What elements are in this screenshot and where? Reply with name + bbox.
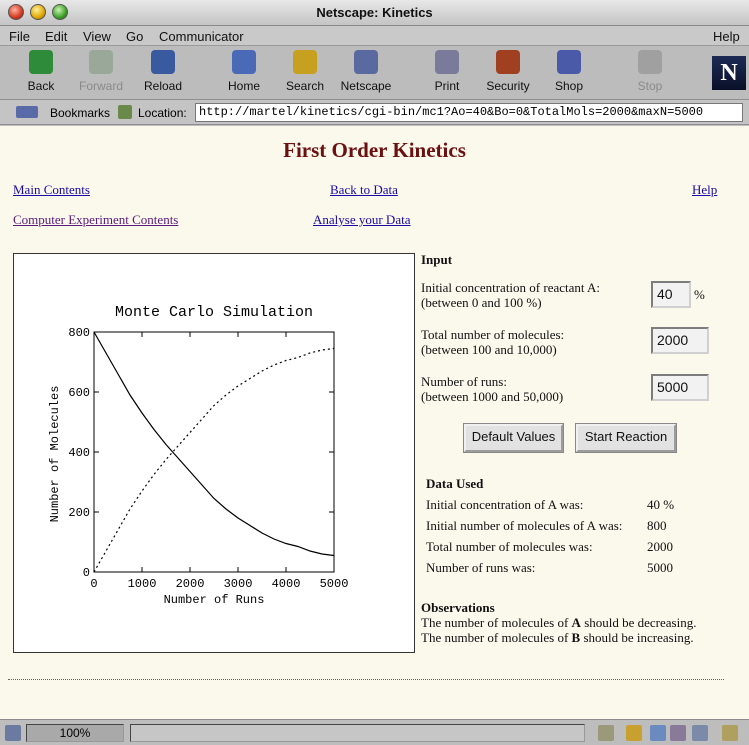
- menu-bar: File Edit View Go Communicator Help: [0, 26, 749, 46]
- status-message: [130, 724, 585, 742]
- security-lock-icon[interactable]: [5, 725, 21, 741]
- home-button[interactable]: Home: [209, 50, 279, 93]
- navigation-toolbar: Back Forward Reload Home Search Netscape…: [0, 46, 749, 100]
- mail-icon[interactable]: [650, 725, 666, 741]
- start-reaction-button[interactable]: Start Reaction: [575, 423, 677, 453]
- total-molecules-input[interactable]: 2000: [651, 327, 709, 354]
- location-bar: Bookmarks Location: http://martel/kineti…: [0, 100, 749, 125]
- total-label: Total number of molecules:: [421, 327, 565, 342]
- data-used-value: 2000: [647, 539, 673, 554]
- data-used-label: Initial number of molecules of A was:: [426, 518, 623, 533]
- data-used-label: Total number of molecules was:: [426, 539, 593, 554]
- page-content: First Order Kinetics Main Contents Back …: [0, 126, 749, 719]
- y-tick-label: 400: [68, 446, 90, 460]
- location-label: Location:: [138, 106, 187, 120]
- observation-b: The number of molecules of B should be i…: [421, 630, 694, 645]
- conc-label: Initial concentration of reactant A:: [421, 280, 601, 295]
- page-title: First Order Kinetics: [283, 138, 466, 162]
- lock-icon: [496, 50, 520, 74]
- search-icon: [293, 50, 317, 74]
- data-used-heading: Data Used: [426, 476, 484, 491]
- x-tick-label: 1000: [128, 577, 157, 591]
- x-axis-label: Number of Runs: [164, 593, 265, 607]
- data-used-value: 5000: [647, 560, 673, 575]
- help-link[interactable]: Help: [692, 182, 717, 198]
- x-tick-label: 5000: [320, 577, 349, 591]
- search-button[interactable]: Search: [270, 50, 340, 93]
- input-heading: Input: [421, 252, 453, 267]
- x-tick-label: 4000: [272, 577, 301, 591]
- window-title: Netscape: Kinetics: [316, 5, 433, 20]
- status-bar: 100%: [0, 719, 749, 745]
- security-button[interactable]: Security: [473, 50, 543, 93]
- back-to-data-link[interactable]: Back to Data: [330, 182, 398, 198]
- observations-heading: Observations: [421, 600, 495, 615]
- x-tick-label: 3000: [224, 577, 253, 591]
- y-tick-label: 800: [68, 326, 90, 340]
- discussion-icon[interactable]: [670, 725, 686, 741]
- data-used-value: 800: [647, 518, 667, 533]
- y-tick-label: 600: [68, 386, 90, 400]
- main-contents-link[interactable]: Main Contents: [13, 182, 90, 198]
- home-icon: [232, 50, 256, 74]
- navigator-icon[interactable]: [626, 725, 642, 741]
- edit-icon[interactable]: [722, 725, 738, 741]
- conc-range-label: (between 0 and 100 %): [421, 295, 542, 310]
- number-of-runs-input[interactable]: 5000: [651, 374, 709, 401]
- data-used-value: 40 %: [647, 497, 675, 512]
- netscape-logo[interactable]: N: [712, 56, 746, 90]
- print-icon: [435, 50, 459, 74]
- forward-arrow-icon: [89, 50, 113, 74]
- menu-file[interactable]: File: [9, 29, 30, 44]
- initial-concentration-input[interactable]: 40: [651, 281, 691, 308]
- x-tick-label: 0: [90, 577, 97, 591]
- y-tick-label: 200: [68, 506, 90, 520]
- analyse-data-link[interactable]: Analyse your Data: [313, 212, 410, 228]
- netscape-icon: [354, 50, 378, 74]
- stop-icon: [638, 50, 662, 74]
- url-input[interactable]: http://martel/kinetics/cgi-bin/mc1?Ao=40…: [195, 103, 743, 122]
- computer-experiment-contents-link[interactable]: Computer Experiment Contents: [13, 212, 178, 228]
- x-tick-label: 2000: [176, 577, 205, 591]
- plot-axes-box: [93, 331, 335, 573]
- forward-button[interactable]: Forward: [66, 50, 136, 93]
- back-arrow-icon: [29, 50, 53, 74]
- menu-communicator[interactable]: Communicator: [159, 29, 244, 44]
- chart-title: Monte Carlo Simulation: [115, 304, 313, 321]
- y-axis-label: Number of Molecules: [48, 386, 62, 523]
- menu-view[interactable]: View: [83, 29, 111, 44]
- shop-button[interactable]: Shop: [534, 50, 604, 93]
- stop-button[interactable]: Stop: [615, 50, 685, 93]
- menu-help[interactable]: Help: [713, 29, 740, 44]
- data-used-label: Number of runs was:: [426, 560, 536, 575]
- print-button[interactable]: Print: [412, 50, 482, 93]
- conc-unit: %: [694, 287, 705, 302]
- shop-icon: [557, 50, 581, 74]
- simulation-plot: Monte Carlo Simulation 0 1000 2000 3000 4000…: [13, 253, 415, 653]
- default-values-button[interactable]: Default Values: [463, 423, 564, 453]
- series-line-solid: [93, 331, 335, 557]
- netscape-button[interactable]: Netscape: [331, 50, 401, 93]
- y-tick-label: 0: [83, 566, 90, 580]
- menu-edit[interactable]: Edit: [45, 29, 67, 44]
- series-line-dotted: [93, 347, 335, 573]
- bookmarks-icon[interactable]: [16, 106, 38, 118]
- total-range-label: (between 100 and 10,000): [421, 342, 557, 357]
- window-titlebar: Netscape: Kinetics: [0, 0, 749, 26]
- data-used-label: Initial concentration of A was:: [426, 497, 584, 512]
- reload-button[interactable]: Reload: [128, 50, 198, 93]
- page-proxy-icon[interactable]: [118, 105, 132, 119]
- menu-go[interactable]: Go: [126, 29, 143, 44]
- composer-icon[interactable]: [692, 725, 708, 741]
- bookmarks-button[interactable]: Bookmarks: [50, 106, 110, 120]
- page-divider: [8, 679, 724, 680]
- observation-a: The number of molecules of A should be d…: [421, 615, 697, 630]
- runs-range-label: (between 1000 and 50,000): [421, 389, 564, 404]
- reload-icon: [151, 50, 175, 74]
- runs-label: Number of runs:: [421, 374, 507, 389]
- network-icon[interactable]: [598, 725, 614, 741]
- chart-svg: Monte Carlo Simulation 0 1000 2000 3000 4000…: [48, 304, 349, 607]
- zoom-level: 100%: [26, 724, 124, 742]
